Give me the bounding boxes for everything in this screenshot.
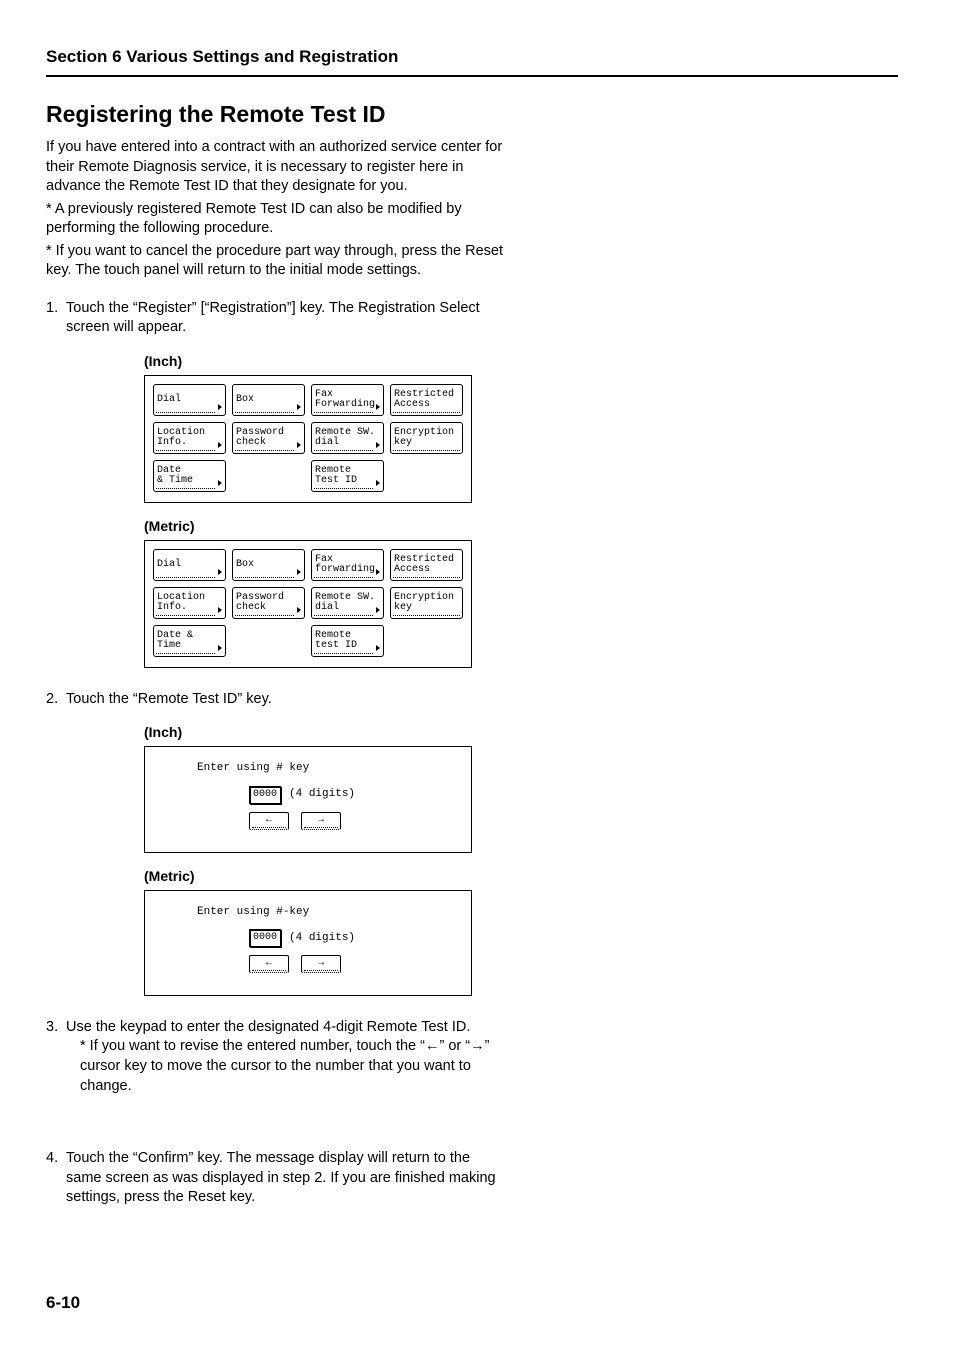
btn-remote-test-id[interactable]: Remotetest ID (311, 625, 384, 657)
step-2-number: 2. (46, 690, 66, 710)
btn-remote-sw-dial[interactable]: Remote SW.dial (311, 422, 384, 454)
btn-date-time[interactable]: Date &Time (153, 625, 226, 657)
btn-encryption-key[interactable]: Encryptionkey (390, 422, 463, 454)
intro-paragraph: If you have entered into a contract with… (46, 138, 506, 197)
btn-location-info[interactable]: LocationInfo. (153, 587, 226, 619)
arrow-right-icon: → (318, 814, 324, 828)
label-inch-2: (Inch) (144, 723, 898, 742)
btn-fax-forwarding[interactable]: FaxForwarding (311, 384, 384, 416)
label-metric-1: (Metric) (144, 517, 898, 536)
entry-panel-inch: Enter using # key 0000 (4 digits) ← → (144, 746, 472, 852)
registration-panel-inch: Dial Box FaxForwarding RestrictedAccess … (144, 375, 472, 503)
step-1: 1. Touch the “Register” [“Registration”]… (46, 299, 506, 338)
section-header: Section 6 Various Settings and Registrat… (46, 46, 898, 77)
entry-prompt: Enter using #-key (197, 905, 463, 920)
arrow-left-icon: ← (266, 957, 272, 971)
digits-hint: (4 digits) (289, 787, 355, 802)
page-title: Registering the Remote Test ID (46, 99, 898, 130)
btn-box[interactable]: Box (232, 549, 305, 581)
step-2-text: Touch the “Remote Test ID” key. (66, 690, 506, 710)
arrow-right-icon: → (318, 957, 324, 971)
btn-restricted-access[interactable]: RestrictedAccess (390, 549, 463, 581)
btn-location-info[interactable]: LocationInfo. (153, 422, 226, 454)
cursor-left-button[interactable]: ← (249, 955, 289, 973)
note-1: * A previously registered Remote Test ID… (46, 200, 506, 239)
step-3: 3. Use the keypad to enter the designate… (46, 1018, 506, 1096)
note-2: * If you want to cancel the procedure pa… (46, 242, 506, 281)
step-4-text: Touch the “Confirm” key. The message dis… (66, 1149, 506, 1208)
label-metric-2: (Metric) (144, 867, 898, 886)
id-input[interactable]: 0000 (249, 786, 281, 804)
step-4: 4. Touch the “Confirm” key. The message … (46, 1149, 506, 1208)
btn-fax-forwarding[interactable]: Faxforwarding (311, 549, 384, 581)
step-3-number: 3. (46, 1018, 66, 1096)
btn-dial[interactable]: Dial (153, 384, 226, 416)
btn-restricted-access[interactable]: RestrictedAccess (390, 384, 463, 416)
btn-dial[interactable]: Dial (153, 549, 226, 581)
btn-password-check[interactable]: Passwordcheck (232, 422, 305, 454)
btn-date-time[interactable]: Date& Time (153, 460, 226, 492)
btn-encryption-key[interactable]: Encryptionkey (390, 587, 463, 619)
entry-panel-metric: Enter using #-key 0000 (4 digits) ← → (144, 890, 472, 996)
cursor-right-button[interactable]: → (301, 812, 341, 830)
step-1-number: 1. (46, 299, 66, 338)
btn-remote-test-id[interactable]: RemoteTest ID (311, 460, 384, 492)
step-3-text: Use the keypad to enter the designated 4… (66, 1018, 506, 1038)
step-1-text: Touch the “Register” [“Registration”] ke… (66, 299, 506, 338)
page-number: 6-10 (46, 1292, 80, 1315)
cursor-right-button[interactable]: → (301, 955, 341, 973)
btn-remote-sw-dial[interactable]: Remote SW.dial (311, 587, 384, 619)
step-2: 2. Touch the “Remote Test ID” key. (46, 690, 506, 710)
arrow-left-icon: ← (266, 814, 272, 828)
entry-prompt: Enter using # key (197, 761, 463, 776)
label-inch-1: (Inch) (144, 352, 898, 371)
btn-box[interactable]: Box (232, 384, 305, 416)
digits-hint: (4 digits) (289, 931, 355, 946)
step-3-subnote: * If you want to revise the entered numb… (66, 1037, 506, 1096)
step-4-number: 4. (46, 1149, 66, 1208)
cursor-left-button[interactable]: ← (249, 812, 289, 830)
registration-panel-metric: Dial Box Faxforwarding RestrictedAccess … (144, 540, 472, 668)
btn-password-check[interactable]: Passwordcheck (232, 587, 305, 619)
id-input[interactable]: 0000 (249, 929, 281, 947)
